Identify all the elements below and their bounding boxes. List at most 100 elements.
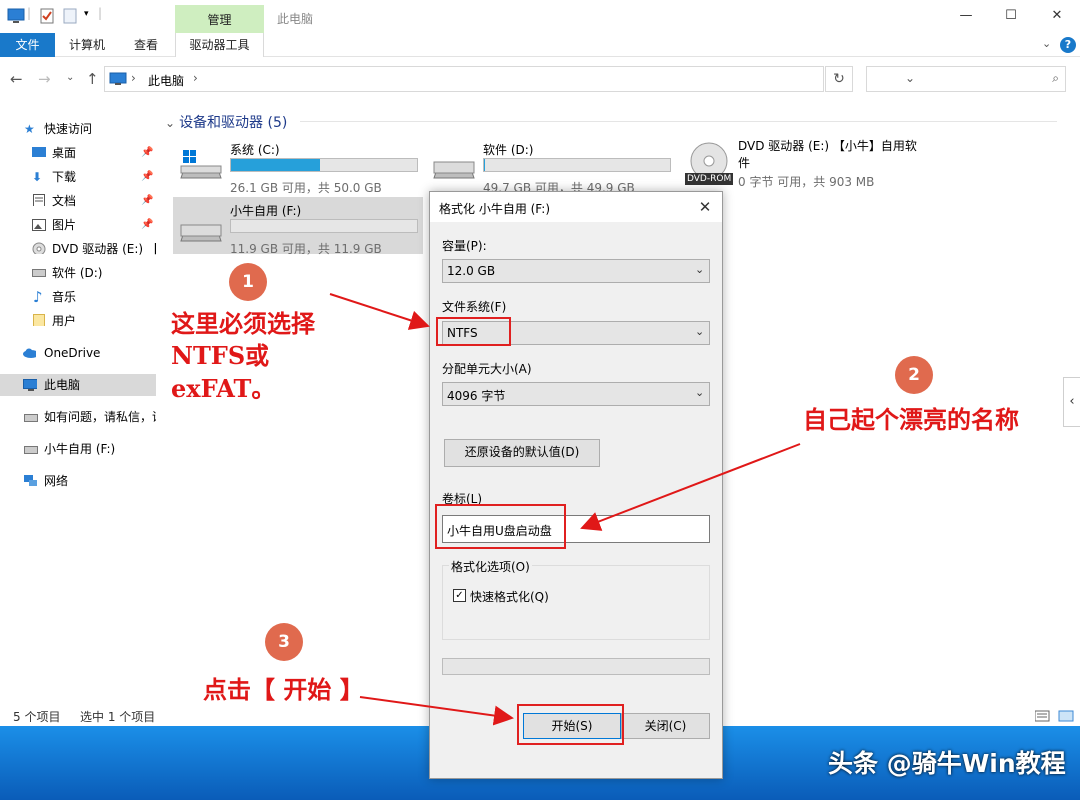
tab-computer[interactable]: 计算机 [69, 33, 105, 57]
nav-dvd-drive[interactable]: DVD 驱动器 (E:) 【 [0, 238, 156, 260]
quick-format-checkbox[interactable]: ✓ [453, 589, 466, 602]
nav-label: 桌面 [52, 146, 77, 160]
tab-view[interactable]: 查看 [134, 33, 158, 57]
ribbon-expand-icon[interactable]: ⌄ [1042, 37, 1051, 50]
address-bar[interactable]: › 此电脑 › ⌄ [104, 66, 915, 92]
annotation-text-1c: exFAT。 [171, 374, 276, 403]
allocation-unit-value: 4096 字节 [447, 389, 506, 403]
nav-label: 网络 [44, 474, 69, 488]
quick-format-label[interactable]: 快速格式化(Q) [470, 588, 549, 605]
nav-pictures[interactable]: 图片 📌 [0, 214, 156, 236]
capacity-label: 容量(P): [442, 239, 487, 253]
format-options-group: 格式化选项(O) ✓ 快速格式化(Q) [442, 558, 710, 640]
nav-label: 用户 [52, 314, 77, 328]
nav-downloads[interactable]: ⬇ 下载 📌 [0, 166, 156, 188]
drive-name: 系统 (C:) [230, 143, 280, 157]
tab-drive-tools[interactable]: 驱动器工具 [175, 33, 264, 57]
step-number-2: 2 [895, 356, 933, 394]
dialog-close-icon[interactable]: ✕ [692, 196, 718, 218]
navigation-pane: ★ 快速访问 桌面 📌 ⬇ 下载 📌 文档 📌 图片 📌 DVD 驱动器 (E:… [0, 110, 160, 700]
folder-icon [33, 314, 45, 326]
breadcrumb-this-pc[interactable]: 此电脑 [148, 72, 184, 89]
tab-file[interactable]: 文件 [0, 33, 55, 57]
nav-label: DVD 驱动器 (E:) 【 [52, 242, 156, 256]
annotation-text-1b: NTFS或 [171, 341, 270, 370]
pc-icon [23, 379, 37, 391]
nav-software-drive[interactable]: 软件 (D:) [0, 262, 156, 284]
nav-label: 音乐 [52, 290, 77, 304]
filesystem-label: 文件系统(F) [442, 300, 507, 314]
drive-name: DVD 驱动器 (E:) 【小牛】自用软件 [738, 139, 917, 170]
format-options-label: 格式化选项(O) [449, 558, 532, 575]
help-icon[interactable]: ? [1060, 37, 1076, 53]
maximize-button[interactable]: ☐ [988, 4, 1034, 28]
dialog-title: 格式化 小牛自用 (F:) [439, 202, 551, 216]
drive-c[interactable]: 系统 (C:) 26.1 GB 可用，共 50.0 GB [173, 136, 423, 195]
up-arrow-icon[interactable]: ↑ [86, 70, 99, 88]
dvd-icon [32, 242, 46, 254]
title-bar: | ▾ | 管理 此电脑 — ☐ ✕ [0, 0, 1080, 33]
nav-desktop[interactable]: 桌面 📌 [0, 142, 156, 164]
capacity-select[interactable]: 12.0 GB ⌄ [442, 259, 710, 283]
drive-f[interactable]: 小牛自用 (F:) 11.9 GB 可用，共 11.9 GB [173, 197, 423, 256]
allocation-unit-select[interactable]: 4096 字节 ⌄ [442, 382, 710, 406]
forward-arrow-icon[interactable]: → [38, 70, 51, 88]
nav-label: 图片 [52, 218, 77, 232]
close-button[interactable]: 关闭(C) [621, 713, 710, 739]
chevron-left-icon[interactable]: ‹ [1063, 377, 1080, 427]
allocation-unit-label: 分配单元大小(A) [442, 362, 532, 376]
annotation-text-3: 点击【 开始 】 [203, 675, 364, 704]
step-number-3: 3 [265, 623, 303, 661]
download-icon: ⬇ [32, 170, 43, 184]
nav-label: 如有问题，请私信，谁 [44, 410, 156, 424]
chevron-down-icon: ⌄ [695, 325, 705, 338]
drive-e-dvd[interactable]: DVD-ROM DVD 驱动器 (E:) 【小牛】自用软件 0 字节 可用，共 … [681, 136, 921, 192]
back-arrow-icon[interactable]: ← [10, 70, 23, 88]
drive-usage-fill [231, 159, 320, 171]
view-mode-icons[interactable] [1035, 710, 1075, 722]
chevron-right-icon[interactable]: › [193, 71, 198, 85]
chevron-down-icon: ⌄ [695, 263, 705, 276]
nav-usb-drive[interactable]: 小牛自用 (F:) [0, 438, 156, 460]
search-input[interactable]: ⌕ [866, 66, 1066, 92]
nav-label: 小牛自用 (F:) [44, 442, 116, 456]
pc-icon [109, 72, 127, 85]
nav-label: 快速访问 [44, 122, 93, 136]
cloud-icon [23, 348, 36, 358]
close-window-button[interactable]: ✕ [1034, 4, 1080, 28]
drive-name: 软件 (D:) [483, 143, 534, 157]
drive-icon [24, 414, 38, 422]
pin-icon[interactable]: 📌 [141, 190, 153, 212]
restore-defaults-button[interactable]: 还原设备的默认值(D) [444, 439, 600, 467]
pin-icon[interactable]: 📌 [141, 166, 153, 188]
recent-locations-icon[interactable]: ⌄ [66, 72, 74, 83]
nav-music[interactable]: ♪ 音乐 [0, 286, 156, 308]
nav-onedrive[interactable]: OneDrive [0, 342, 156, 364]
status-selected-count: 选中 1 个项目 [80, 710, 156, 724]
customize-toolbar-icon[interactable]: ▾ [84, 9, 89, 19]
capacity-value: 12.0 GB [447, 264, 496, 278]
properties-icon[interactable] [40, 8, 54, 24]
nav-quick-access[interactable]: ★ 快速访问 [0, 118, 156, 140]
nav-documents[interactable]: 文档 📌 [0, 190, 156, 212]
drive-info: 0 字节 可用，共 903 MB [738, 175, 875, 189]
drive-d[interactable]: 软件 (D:) 49.7 GB 可用，共 49.9 GB [426, 136, 676, 195]
minimize-button[interactable]: — [943, 4, 989, 28]
section-header-devices[interactable]: ⌄ 设备和驱动器 (5) [165, 112, 287, 132]
nav-this-pc[interactable]: 此电脑 [0, 374, 156, 396]
nav-network[interactable]: 网络 [0, 470, 156, 492]
pin-icon[interactable]: 📌 [141, 214, 153, 236]
chevron-right-icon[interactable]: › [131, 71, 136, 85]
nav-question-drive[interactable]: 如有问题，请私信，谁 [0, 406, 156, 428]
step-number-1: 1 [229, 263, 267, 301]
pc-icon[interactable] [7, 8, 25, 24]
windows-drive-icon [180, 150, 222, 179]
watermark-text: 头条 @骑牛Win教程 [828, 749, 1066, 778]
pin-icon[interactable]: 📌 [141, 142, 153, 164]
chevron-down-icon[interactable]: ⌄ [165, 116, 175, 130]
refresh-button[interactable]: ↻ [825, 66, 853, 92]
new-folder-icon[interactable] [63, 8, 77, 24]
nav-users[interactable]: 用户 [0, 310, 156, 332]
nav-label: 软件 (D:) [52, 266, 103, 280]
context-tab-group-manage[interactable]: 管理 [175, 5, 264, 33]
